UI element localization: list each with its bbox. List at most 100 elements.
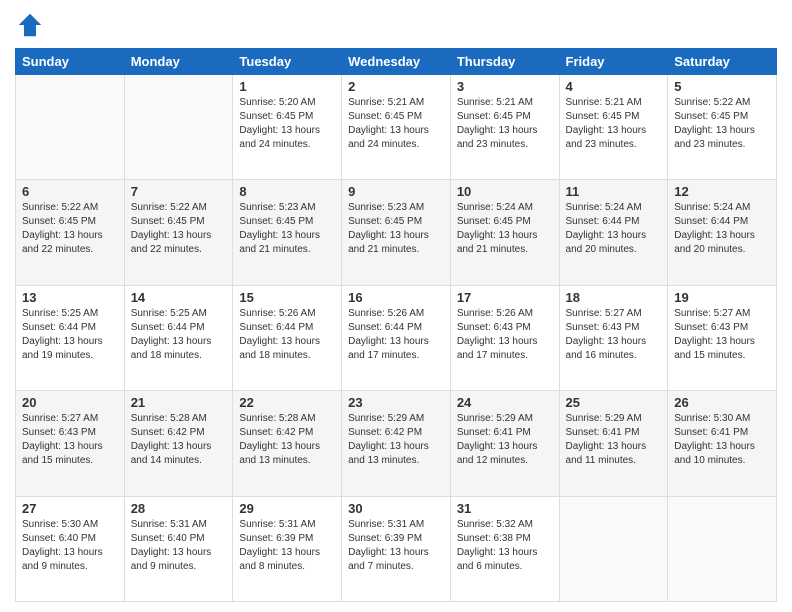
day-info: Sunrise: 5:31 AM Sunset: 6:40 PM Dayligh… [131, 518, 227, 574]
week-row-3: 13 Sunrise: 5:25 AM Sunset: 6:44 PM Dayli… [16, 285, 777, 390]
day-info: Sunrise: 5:24 AM Sunset: 6:45 PM Dayligh… [457, 201, 553, 257]
day-info: Sunrise: 5:26 AM Sunset: 6:44 PM Dayligh… [348, 307, 444, 363]
day-number: 28 [131, 501, 227, 516]
calendar-cell-5-1: 27Sunrise: 5:30 AM Sunset: 6:40 PM Dayli… [16, 496, 125, 601]
day-number: 1 [239, 79, 335, 94]
calendar-cell-5-2: 28 Sunrise: 5:31 AM Sunset: 6:40 PM Dayli… [124, 496, 233, 601]
day-info: Sunrise: 5:22 AM Sunset: 6:45 PM Dayligh… [674, 96, 770, 152]
day-number: 27 [22, 501, 118, 516]
calendar-cell-3-7: 19 Sunrise: 5:27 AM Sunset: 6:43 PM Dayli… [668, 285, 777, 390]
day-number: 29 [239, 501, 335, 516]
day-info: Sunrise: 5:31 AM Sunset: 6:39 PM Dayligh… [239, 518, 335, 574]
day-info: Sunrise: 5:32 AM Sunset: 6:38 PM Dayligh… [457, 518, 553, 574]
day-number: 25 [566, 395, 662, 410]
week-row-4: 20Sunrise: 5:27 AM Sunset: 6:43 PM Dayli… [16, 391, 777, 496]
day-number: 2 [348, 79, 444, 94]
day-info: Sunrise: 5:21 AM Sunset: 6:45 PM Dayligh… [457, 96, 553, 152]
day-info: Sunrise: 5:27 AM Sunset: 6:43 PM Dayligh… [22, 412, 118, 468]
day-number: 9 [348, 184, 444, 199]
calendar-cell-3-2: 14 Sunrise: 5:25 AM Sunset: 6:44 PM Dayli… [124, 285, 233, 390]
day-info: Sunrise: 5:21 AM Sunset: 6:45 PM Dayligh… [566, 96, 662, 152]
day-number: 23 [348, 395, 444, 410]
day-number: 15 [239, 290, 335, 305]
calendar-cell-5-6 [559, 496, 668, 601]
day-info: Sunrise: 5:29 AM Sunset: 6:42 PM Dayligh… [348, 412, 444, 468]
calendar-cell-2-5: 10Sunrise: 5:24 AM Sunset: 6:45 PM Dayli… [450, 180, 559, 285]
day-info: Sunrise: 5:26 AM Sunset: 6:43 PM Dayligh… [457, 307, 553, 363]
logo-icon [15, 10, 45, 40]
day-info: Sunrise: 5:21 AM Sunset: 6:45 PM Dayligh… [348, 96, 444, 152]
day-number: 7 [131, 184, 227, 199]
calendar-cell-2-6: 11 Sunrise: 5:24 AM Sunset: 6:44 PM Dayli… [559, 180, 668, 285]
weekday-header-tuesday: Tuesday [233, 49, 342, 75]
calendar-cell-2-3: 8Sunrise: 5:23 AM Sunset: 6:45 PM Daylig… [233, 180, 342, 285]
day-number: 4 [566, 79, 662, 94]
header [15, 10, 777, 40]
logo [15, 10, 49, 40]
day-number: 24 [457, 395, 553, 410]
weekday-header-sunday: Sunday [16, 49, 125, 75]
day-number: 8 [239, 184, 335, 199]
calendar-cell-2-2: 7 Sunrise: 5:22 AM Sunset: 6:45 PM Daylig… [124, 180, 233, 285]
weekday-header-monday: Monday [124, 49, 233, 75]
calendar-cell-4-2: 21 Sunrise: 5:28 AM Sunset: 6:42 PM Dayli… [124, 391, 233, 496]
day-info: Sunrise: 5:28 AM Sunset: 6:42 PM Dayligh… [239, 412, 335, 468]
calendar-cell-1-4: 2 Sunrise: 5:21 AM Sunset: 6:45 PM Daylig… [342, 75, 451, 180]
calendar-cell-4-6: 25 Sunrise: 5:29 AM Sunset: 6:41 PM Dayli… [559, 391, 668, 496]
day-number: 21 [131, 395, 227, 410]
day-number: 19 [674, 290, 770, 305]
day-number: 5 [674, 79, 770, 94]
day-number: 13 [22, 290, 118, 305]
day-number: 17 [457, 290, 553, 305]
calendar-cell-1-7: 5 Sunrise: 5:22 AM Sunset: 6:45 PM Daylig… [668, 75, 777, 180]
day-info: Sunrise: 5:27 AM Sunset: 6:43 PM Dayligh… [566, 307, 662, 363]
calendar-cell-3-1: 13 Sunrise: 5:25 AM Sunset: 6:44 PM Dayli… [16, 285, 125, 390]
day-info: Sunrise: 5:23 AM Sunset: 6:45 PM Dayligh… [348, 201, 444, 257]
day-info: Sunrise: 5:24 AM Sunset: 6:44 PM Dayligh… [566, 201, 662, 257]
calendar-cell-3-6: 18 Sunrise: 5:27 AM Sunset: 6:43 PM Dayli… [559, 285, 668, 390]
calendar-cell-1-1 [16, 75, 125, 180]
day-number: 6 [22, 184, 118, 199]
day-info: Sunrise: 5:28 AM Sunset: 6:42 PM Dayligh… [131, 412, 227, 468]
calendar-cell-5-4: 30Sunrise: 5:31 AM Sunset: 6:39 PM Dayli… [342, 496, 451, 601]
calendar-cell-1-6: 4 Sunrise: 5:21 AM Sunset: 6:45 PM Daylig… [559, 75, 668, 180]
week-row-5: 27Sunrise: 5:30 AM Sunset: 6:40 PM Dayli… [16, 496, 777, 601]
day-number: 18 [566, 290, 662, 305]
calendar-cell-4-3: 22 Sunrise: 5:28 AM Sunset: 6:42 PM Dayli… [233, 391, 342, 496]
day-number: 11 [566, 184, 662, 199]
calendar-cell-2-4: 9 Sunrise: 5:23 AM Sunset: 6:45 PM Daylig… [342, 180, 451, 285]
day-info: Sunrise: 5:20 AM Sunset: 6:45 PM Dayligh… [239, 96, 335, 152]
day-number: 3 [457, 79, 553, 94]
calendar-cell-3-4: 16Sunrise: 5:26 AM Sunset: 6:44 PM Dayli… [342, 285, 451, 390]
day-info: Sunrise: 5:22 AM Sunset: 6:45 PM Dayligh… [131, 201, 227, 257]
calendar-cell-4-5: 24 Sunrise: 5:29 AM Sunset: 6:41 PM Dayli… [450, 391, 559, 496]
calendar-cell-3-5: 17 Sunrise: 5:26 AM Sunset: 6:43 PM Dayli… [450, 285, 559, 390]
day-number: 12 [674, 184, 770, 199]
day-number: 30 [348, 501, 444, 516]
day-info: Sunrise: 5:27 AM Sunset: 6:43 PM Dayligh… [674, 307, 770, 363]
week-row-2: 6 Sunrise: 5:22 AM Sunset: 6:45 PM Daylig… [16, 180, 777, 285]
day-number: 14 [131, 290, 227, 305]
calendar-cell-1-5: 3 Sunrise: 5:21 AM Sunset: 6:45 PM Daylig… [450, 75, 559, 180]
day-info: Sunrise: 5:25 AM Sunset: 6:44 PM Dayligh… [131, 307, 227, 363]
day-info: Sunrise: 5:29 AM Sunset: 6:41 PM Dayligh… [566, 412, 662, 468]
calendar-cell-4-4: 23 Sunrise: 5:29 AM Sunset: 6:42 PM Dayli… [342, 391, 451, 496]
calendar-cell-1-2 [124, 75, 233, 180]
calendar-cell-5-7 [668, 496, 777, 601]
calendar-table: SundayMondayTuesdayWednesdayThursdayFrid… [15, 48, 777, 602]
day-number: 22 [239, 395, 335, 410]
day-info: Sunrise: 5:30 AM Sunset: 6:41 PM Dayligh… [674, 412, 770, 468]
weekday-header-saturday: Saturday [668, 49, 777, 75]
day-info: Sunrise: 5:22 AM Sunset: 6:45 PM Dayligh… [22, 201, 118, 257]
calendar-cell-4-1: 20Sunrise: 5:27 AM Sunset: 6:43 PM Dayli… [16, 391, 125, 496]
weekday-header-friday: Friday [559, 49, 668, 75]
day-info: Sunrise: 5:26 AM Sunset: 6:44 PM Dayligh… [239, 307, 335, 363]
calendar-cell-1-3: 1 Sunrise: 5:20 AM Sunset: 6:45 PM Daylig… [233, 75, 342, 180]
day-info: Sunrise: 5:24 AM Sunset: 6:44 PM Dayligh… [674, 201, 770, 257]
day-info: Sunrise: 5:29 AM Sunset: 6:41 PM Dayligh… [457, 412, 553, 468]
calendar-cell-5-3: 29 Sunrise: 5:31 AM Sunset: 6:39 PM Dayli… [233, 496, 342, 601]
calendar-cell-2-7: 12 Sunrise: 5:24 AM Sunset: 6:44 PM Dayli… [668, 180, 777, 285]
weekday-header-thursday: Thursday [450, 49, 559, 75]
day-info: Sunrise: 5:25 AM Sunset: 6:44 PM Dayligh… [22, 307, 118, 363]
calendar-cell-2-1: 6 Sunrise: 5:22 AM Sunset: 6:45 PM Daylig… [16, 180, 125, 285]
